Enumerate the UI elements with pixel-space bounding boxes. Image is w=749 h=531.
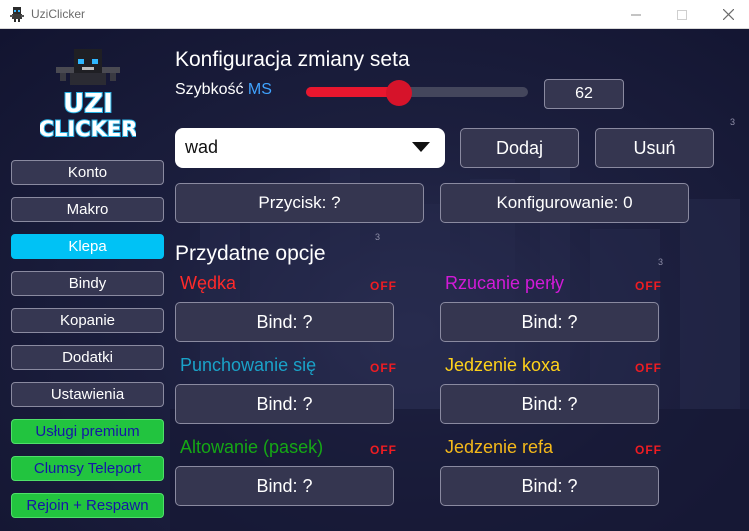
uzi-clicker-logo: UZI CLICKER: [40, 49, 136, 142]
option-state-jedzenie-refa[interactable]: OFF: [635, 443, 662, 457]
maximize-button[interactable]: [659, 0, 705, 29]
sidebar-item-clumsy-teleport[interactable]: Clumsy Teleport: [11, 456, 164, 481]
useful-options-title: Przydatne opcje: [175, 242, 326, 265]
option-label-jedzenie-koxa: Jedzenie koxa: [445, 355, 561, 375]
sidebar-item-bindy[interactable]: Bindy: [11, 271, 164, 296]
sidebar-item-konto[interactable]: Konto: [11, 160, 164, 185]
option-label-rzucanie-perly: Rzucanie perły: [445, 273, 565, 293]
stray-text: 3: [730, 117, 736, 127]
key-button[interactable]: Przycisk: ?: [175, 183, 424, 223]
add-button[interactable]: Dodaj: [460, 128, 579, 168]
logo-line-2: CLICKER: [40, 117, 136, 141]
minimize-icon: [631, 14, 641, 15]
bind-button-altowanie[interactable]: Bind: ?: [175, 466, 394, 506]
close-button[interactable]: [705, 0, 749, 29]
window-title: UziClicker: [31, 7, 85, 21]
sidebar-item-makro[interactable]: Makro: [11, 197, 164, 222]
option-state-wedka[interactable]: OFF: [370, 279, 397, 293]
option-state-jedzenie-koxa[interactable]: OFF: [635, 361, 662, 375]
bind-button-jedzenie-refa[interactable]: Bind: ?: [440, 466, 659, 506]
bind-button-rzucanie-perly[interactable]: Bind: ?: [440, 302, 659, 342]
chevron-down-icon: [412, 142, 430, 152]
bind-button-punchowanie[interactable]: Bind: ?: [175, 384, 394, 424]
logo-line-1: UZI: [63, 89, 113, 119]
option-label-jedzenie-refa: Jedzenie refa: [445, 437, 554, 457]
stray-text-3: 3: [658, 257, 664, 267]
speed-slider[interactable]: [306, 80, 528, 106]
sidebar-item-dodatki[interactable]: Dodatki: [11, 345, 164, 370]
option-state-rzucanie-perly[interactable]: OFF: [635, 279, 662, 293]
option-label-punchowanie: Punchowanie się: [180, 355, 317, 375]
dropdown-value: wad: [185, 137, 219, 157]
title-bar: UziClicker: [0, 0, 749, 29]
configuring-button[interactable]: Konfigurowanie: 0: [440, 183, 689, 223]
close-icon: [722, 9, 734, 20]
app-icon: [10, 7, 24, 22]
remove-button[interactable]: Usuń: [595, 128, 714, 168]
main-panel: UZI CLICKER Konto Makro Klepa Bindy Kopa…: [0, 29, 749, 531]
stray-text-2: 3: [375, 232, 381, 242]
speed-slider-fill: [306, 87, 400, 97]
speed-value-field[interactable]: 62: [544, 79, 624, 109]
option-state-punchowanie[interactable]: OFF: [370, 361, 397, 375]
speed-label-text: Szybkość: [175, 81, 244, 98]
sidebar-item-rejoin-respawn[interactable]: Rejoin + Respawn: [11, 493, 164, 518]
sidebar-item-ustawienia[interactable]: Ustawienia: [11, 382, 164, 407]
option-label-altowanie: Altowanie (pasek): [180, 437, 324, 457]
speed-label: Szybkość MS: [175, 81, 272, 99]
minimize-button[interactable]: [613, 0, 659, 29]
maximize-icon: [677, 9, 687, 20]
set-dropdown[interactable]: wad: [175, 128, 445, 168]
sidebar-item-klepa[interactable]: Klepa: [11, 234, 164, 259]
speed-unit: MS: [247, 81, 272, 98]
option-label-wedka: Wędka: [180, 273, 237, 293]
sidebar-item-kopanie[interactable]: Kopanie: [11, 308, 164, 333]
bind-button-wedka[interactable]: Bind: ?: [175, 302, 394, 342]
option-state-altowanie[interactable]: OFF: [370, 443, 397, 457]
config-title: Konfiguracja zmiany seta: [175, 48, 410, 71]
sidebar-item-uslugi-premium[interactable]: Usługi premium: [11, 419, 164, 444]
bind-button-jedzenie-koxa[interactable]: Bind: ?: [440, 384, 659, 424]
